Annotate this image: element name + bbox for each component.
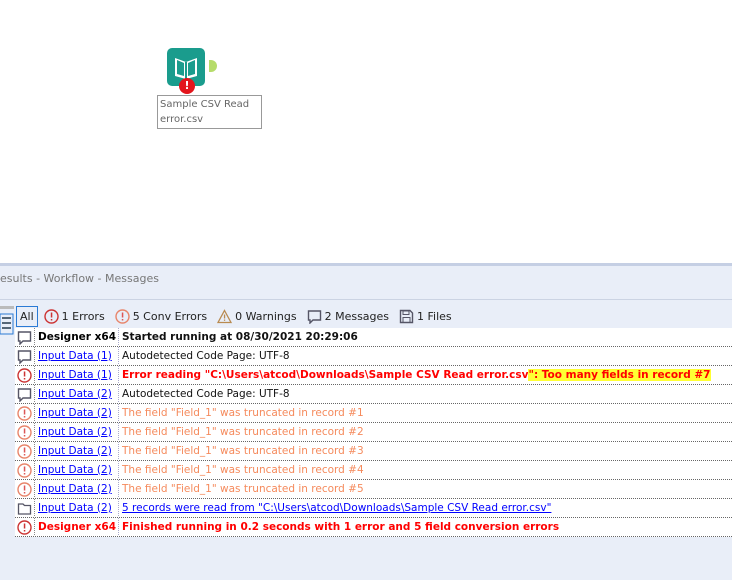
message-row[interactable]: Input Data (1) Autodetected Code Page: UT…	[15, 347, 732, 366]
tool-link[interactable]: Input Data (2)	[35, 461, 119, 479]
filter-label: 0 Warnings	[235, 310, 297, 323]
highlighted-text: ": Too many fields in record #7	[528, 368, 711, 381]
message-text: The field "Field_1" was truncated in rec…	[119, 461, 364, 479]
conv-error-icon	[15, 461, 35, 479]
message-row[interactable]: Input Data (2) The field "Field_1" was tr…	[15, 423, 732, 442]
message-row[interactable]: Input Data (2) Autodetected Code Page: UT…	[15, 385, 732, 404]
message-row[interactable]: Designer x64 Started running at 08/30/202…	[15, 328, 732, 347]
message-text: The field "Field_1" was truncated in rec…	[119, 480, 364, 498]
warning-icon	[217, 309, 233, 324]
message-row[interactable]: Input Data (1) Error reading "C:\Users\at…	[15, 366, 732, 385]
error-badge-icon: !	[179, 78, 195, 94]
message-icon	[15, 347, 35, 365]
tool-link[interactable]: Input Data (2)	[35, 480, 119, 498]
message-text-content: The field "Field_1" was truncated in rec…	[122, 482, 364, 495]
conv-error-icon	[114, 309, 130, 324]
message-text: Autodetected Code Page: UTF-8	[119, 347, 290, 365]
message-row[interactable]: Input Data (2) 5 records were read from "…	[15, 499, 732, 518]
filter-messages[interactable]: 2 Messages	[307, 306, 389, 327]
error-icon	[15, 518, 35, 536]
message-text-content: The field "Field_1" was truncated in rec…	[122, 463, 364, 476]
tool-link[interactable]: Input Data (1)	[35, 347, 119, 365]
message-text-content: Error reading "C:\Users\atcod\Downloads\…	[122, 368, 529, 381]
filter-label: 5 Conv Errors	[132, 310, 208, 323]
message-text: The field "Field_1" was truncated in rec…	[119, 442, 364, 460]
output-anchor[interactable]	[209, 60, 217, 72]
file-icon	[15, 499, 35, 517]
workflow-canvas[interactable]: ! Sample CSV Read error.csv	[0, 0, 732, 263]
filter-label: 1 Errors	[61, 310, 105, 323]
filter-errors[interactable]: 1 Errors	[43, 306, 105, 327]
conv-error-icon	[15, 423, 35, 441]
list-view-icon[interactable]	[0, 306, 15, 336]
filter-warnings[interactable]: 0 Warnings	[217, 306, 297, 327]
tool-annotation: Sample CSV Read error.csv	[157, 95, 262, 129]
message-text-content: The field "Field_1" was truncated in rec…	[122, 425, 364, 438]
filter-label: 2 Messages	[324, 310, 390, 323]
file-icon	[399, 309, 414, 324]
message-text-content: 5 records were read from "C:\Users\atcod…	[122, 501, 552, 514]
conv-error-icon	[15, 404, 35, 422]
source-label: Designer x64	[35, 518, 119, 536]
input-data-tool[interactable]: !	[167, 48, 217, 94]
message-icon	[15, 328, 35, 346]
tool-link[interactable]: Input Data (2)	[35, 442, 119, 460]
message-row[interactable]: Input Data (2) The field "Field_1" was tr…	[15, 404, 732, 423]
source-label: Designer x64	[35, 328, 119, 346]
message-row[interactable]: Designer x64 Finished running in 0.2 seco…	[15, 518, 732, 537]
message-text-content: The field "Field_1" was truncated in rec…	[122, 444, 364, 457]
message-text: The field "Field_1" was truncated in rec…	[119, 423, 364, 441]
message-text: Autodetected Code Page: UTF-8	[119, 385, 290, 403]
filter-label: 1 Files	[417, 310, 452, 323]
tool-link[interactable]: Input Data (2)	[35, 423, 119, 441]
message-text: Error reading "C:\Users\atcod\Downloads\…	[119, 366, 711, 384]
message-filter-bar: All 1 Errors 5 Conv Errors 0 Warnings 2 …	[16, 306, 462, 327]
message-text: Finished running in 0.2 seconds with 1 e…	[119, 518, 560, 536]
message-text-content: Finished running in 0.2 seconds with 1 e…	[122, 520, 560, 533]
error-icon	[15, 366, 35, 384]
tool-link[interactable]: Input Data (2)	[35, 385, 119, 403]
message-icon	[15, 385, 35, 403]
message-row[interactable]: Input Data (2) The field "Field_1" was tr…	[15, 461, 732, 480]
filter-files[interactable]: 1 Files	[399, 306, 452, 327]
messages-table: Designer x64 Started running at 08/30/202…	[15, 328, 732, 537]
conv-error-icon	[15, 480, 35, 498]
message-icon	[307, 309, 322, 324]
message-text-content: Started running at 08/30/2021 20:29:06	[122, 330, 358, 343]
message-row[interactable]: Input Data (2) The field "Field_1" was tr…	[15, 442, 732, 461]
error-icon	[43, 309, 59, 324]
conv-error-icon	[15, 442, 35, 460]
message-row[interactable]: Input Data (2) The field "Field_1" was tr…	[15, 480, 732, 499]
message-text: Started running at 08/30/2021 20:29:06	[119, 328, 358, 346]
tool-link[interactable]: Input Data (1)	[35, 366, 119, 384]
message-text-content: The field "Field_1" was truncated in rec…	[122, 406, 364, 419]
message-text[interactable]: 5 records were read from "C:\Users\atcod…	[119, 499, 552, 517]
filter-label: All	[20, 310, 34, 323]
results-panel: esults - Workflow - Messages All 1 Error…	[0, 263, 732, 580]
filter-all[interactable]: All	[16, 306, 38, 327]
filter-conv-errors[interactable]: 5 Conv Errors	[114, 306, 208, 327]
tool-link[interactable]: Input Data (2)	[35, 499, 119, 517]
tool-link[interactable]: Input Data (2)	[35, 404, 119, 422]
divider	[0, 299, 732, 300]
message-text-content: Autodetected Code Page: UTF-8	[122, 349, 290, 362]
panel-title: esults - Workflow - Messages	[0, 272, 159, 285]
message-text-content: Autodetected Code Page: UTF-8	[122, 387, 290, 400]
message-text: The field "Field_1" was truncated in rec…	[119, 404, 364, 422]
